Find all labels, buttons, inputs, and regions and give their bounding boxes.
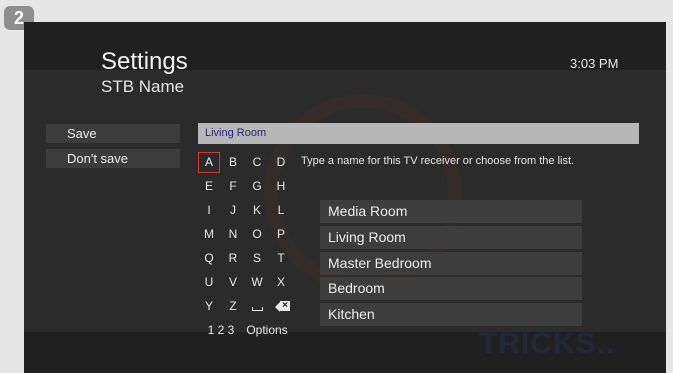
key-i[interactable]: I: [198, 200, 220, 221]
suggestion-item-media-room[interactable]: Media Room: [320, 200, 582, 223]
hint-text: Type a name for this TV receiver or choo…: [301, 155, 575, 167]
options-key[interactable]: Options: [243, 320, 291, 341]
key-h[interactable]: H: [270, 176, 292, 197]
key-m[interactable]: M: [198, 224, 220, 245]
key-f[interactable]: F: [222, 176, 244, 197]
key-l[interactable]: L: [270, 200, 292, 221]
clock-time: 3:03 PM: [570, 56, 619, 71]
suggestion-item-kitchen[interactable]: Kitchen: [320, 303, 582, 326]
key-p[interactable]: P: [270, 224, 292, 245]
page-title: Settings: [101, 48, 188, 75]
key-b[interactable]: B: [222, 152, 244, 173]
numbers-key[interactable]: 1 2 3: [197, 320, 245, 341]
key-w[interactable]: W: [246, 272, 268, 293]
key-q[interactable]: Q: [198, 248, 220, 269]
key-c[interactable]: C: [246, 152, 268, 173]
key-t[interactable]: T: [270, 248, 292, 269]
key-v[interactable]: V: [222, 272, 244, 293]
key-z[interactable]: Z: [222, 296, 244, 317]
key-e[interactable]: E: [198, 176, 220, 197]
dont-save-button[interactable]: Don't save: [46, 149, 180, 168]
key-g[interactable]: G: [246, 176, 268, 197]
key-d[interactable]: D: [270, 152, 292, 173]
key-y[interactable]: Y: [198, 296, 220, 317]
tv-screen: TRICKS.. Settings STB Name 3:03 PM Save …: [24, 22, 666, 373]
key-a[interactable]: A: [198, 152, 220, 173]
backspace-icon: [275, 301, 290, 312]
space-key[interactable]: [246, 296, 268, 317]
watermark-text: TRICKS..: [479, 327, 616, 360]
key-r[interactable]: R: [222, 248, 244, 269]
stb-name-input[interactable]: Living Room: [198, 123, 639, 144]
suggestion-item-living-room[interactable]: Living Room: [320, 226, 582, 249]
key-s[interactable]: S: [246, 248, 268, 269]
key-k[interactable]: K: [246, 200, 268, 221]
key-j[interactable]: J: [222, 200, 244, 221]
page-subtitle: STB Name: [101, 77, 185, 96]
key-o[interactable]: O: [246, 224, 268, 245]
save-button[interactable]: Save: [46, 124, 180, 143]
key-u[interactable]: U: [198, 272, 220, 293]
suggestion-item-master-bedroom[interactable]: Master Bedroom: [320, 252, 582, 275]
backspace-key[interactable]: [270, 296, 292, 317]
key-x[interactable]: X: [270, 272, 292, 293]
suggestion-item-bedroom[interactable]: Bedroom: [320, 277, 582, 300]
key-n[interactable]: N: [222, 224, 244, 245]
